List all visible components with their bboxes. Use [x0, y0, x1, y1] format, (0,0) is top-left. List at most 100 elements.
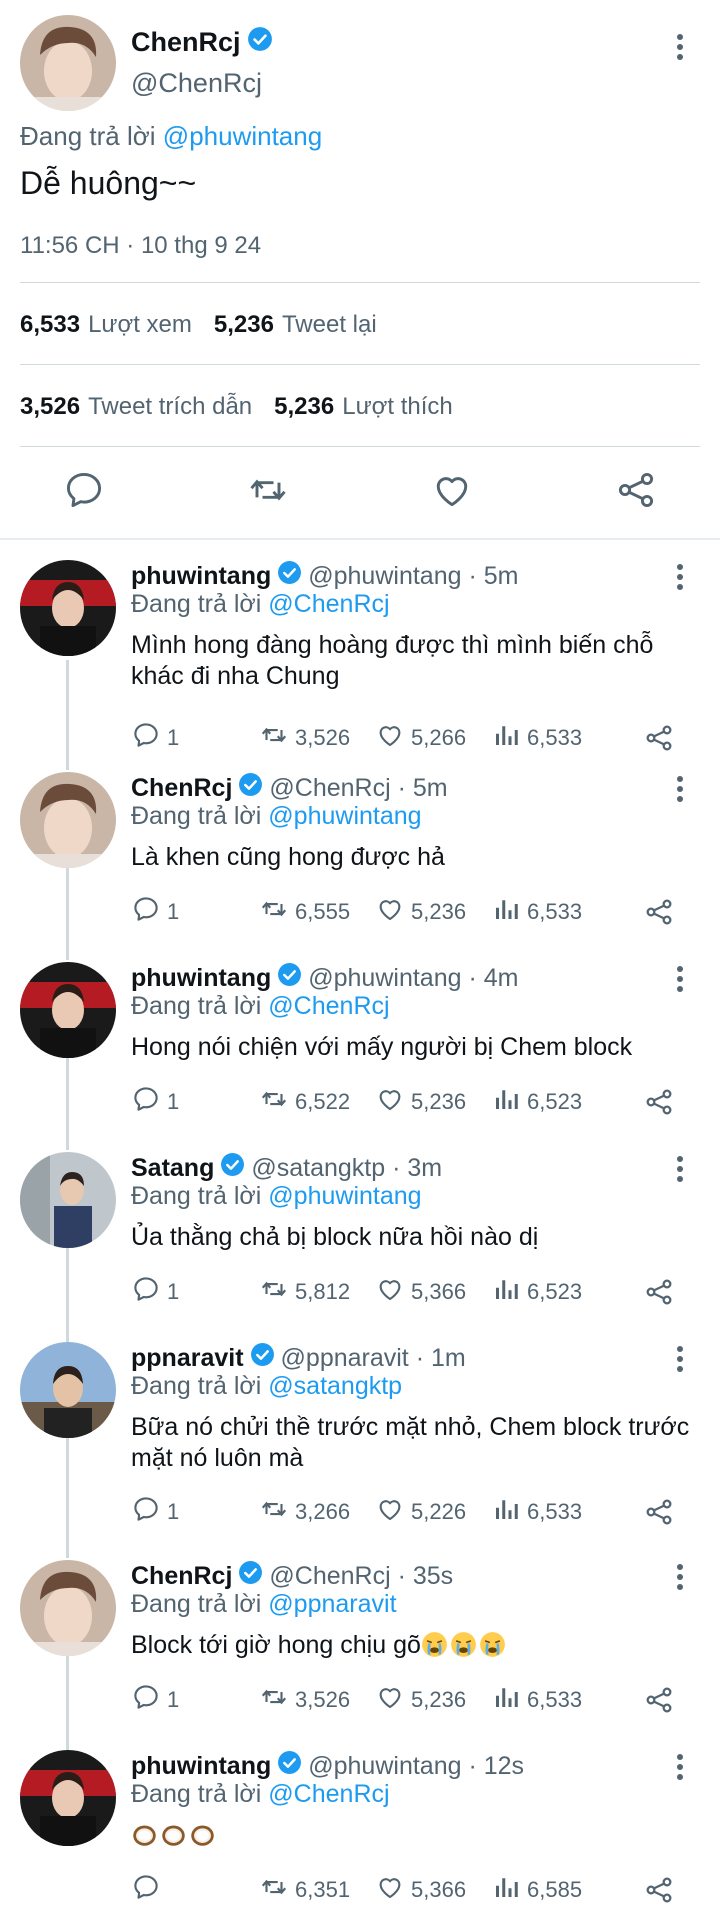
share-icon[interactable] [643, 722, 675, 760]
reply-author-name[interactable]: ChenRcj [131, 1562, 232, 1591]
views-button[interactable]: 6,533 [491, 720, 582, 756]
more-vertical-icon[interactable] [668, 562, 692, 597]
views-button[interactable]: 6,533 [491, 1494, 582, 1530]
replying-to-mention[interactable]: @phuwintang [268, 802, 421, 830]
replying-to-mention[interactable]: @ppnaravit [268, 1590, 396, 1618]
reply-author-name[interactable]: Satang [131, 1154, 214, 1183]
reply-avatar[interactable] [20, 1342, 116, 1438]
reply-avatar[interactable] [20, 962, 116, 1058]
reply-button[interactable]: 1 [131, 1274, 179, 1310]
retweet-button[interactable]: 5,812 [259, 1274, 350, 1310]
more-vertical-icon[interactable] [668, 32, 692, 67]
like-icon [375, 720, 405, 756]
views-label: Lượt xem [88, 311, 192, 338]
reply-tweet[interactable]: Satang @satangktp · 3m Đang trả lời @phuwi… [0, 1140, 720, 1320]
reply-button[interactable]: 1 [131, 1494, 179, 1530]
share-icon[interactable] [614, 468, 658, 512]
like-button[interactable]: 5,366 [375, 1274, 466, 1310]
reply-author-name[interactable]: ppnaravit [131, 1344, 244, 1373]
reply-tweet[interactable]: phuwintang @phuwintang · 12s Đang trả lời … [0, 1738, 720, 1920]
retweet-button[interactable]: 3,526 [259, 720, 350, 756]
reply-tweet[interactable]: ChenRcj @ChenRcj · 5m Đang trả lời @phuwin… [0, 760, 720, 940]
retweet-icon[interactable] [246, 468, 290, 512]
reply-avatar[interactable] [20, 772, 116, 868]
reply-author-name[interactable]: phuwintang [131, 964, 271, 993]
main-author-handle[interactable]: @ChenRcj [131, 68, 262, 99]
retweet-icon [259, 1084, 289, 1120]
like-button[interactable]: 5,236 [375, 894, 466, 930]
reply-author-handle[interactable]: @ChenRcj · 5m [269, 774, 447, 803]
more-vertical-icon[interactable] [668, 1752, 692, 1787]
reply-tweet[interactable]: phuwintang @phuwintang · 5m Đang trả lời @… [0, 548, 720, 751]
like-button[interactable]: 5,236 [375, 1084, 466, 1120]
retweet-button[interactable]: 3,526 [259, 1682, 350, 1718]
retweet-count: 6,351 [295, 1877, 351, 1902]
reply-tweet[interactable]: ChenRcj @ChenRcj · 35s Đang trả lời @ppnar… [0, 1548, 720, 1728]
reply-author-name[interactable]: phuwintang [131, 1752, 271, 1781]
retweet-button[interactable]: 6,555 [259, 894, 350, 930]
views-button[interactable]: 6,533 [491, 894, 582, 930]
reply-avatar[interactable] [20, 1152, 116, 1248]
more-vertical-icon[interactable] [668, 964, 692, 999]
reply-author-handle[interactable]: @ChenRcj · 35s [269, 1562, 453, 1591]
quotes-stat[interactable]: 3,526 Tweet trích dẫn [20, 393, 252, 421]
reply-button[interactable]: 1 [131, 1084, 179, 1120]
reply-button[interactable]: 1 [131, 894, 179, 930]
reply-avatar[interactable] [20, 1560, 116, 1656]
reply-icon[interactable] [62, 468, 106, 512]
reply-author-handle[interactable]: @phuwintang · 5m [308, 562, 518, 591]
like-button[interactable]: 5,266 [375, 720, 466, 756]
reply-action-bar: 1 3,526 5,236 6,533 [131, 1682, 691, 1718]
more-vertical-icon[interactable] [668, 1154, 692, 1189]
more-vertical-icon[interactable] [668, 1344, 692, 1379]
reply-button[interactable]: 1 [131, 720, 179, 756]
retweets-stat[interactable]: 5,236 Tweet lại [214, 311, 377, 339]
reply-author-name[interactable]: phuwintang [131, 562, 271, 591]
like-button[interactable]: 5,366 [375, 1872, 466, 1908]
views-button[interactable]: 6,523 [491, 1084, 582, 1120]
replying-to-mention[interactable]: @ChenRcj [268, 992, 389, 1020]
reply-avatar[interactable] [20, 1750, 116, 1846]
share-icon[interactable] [643, 1874, 675, 1912]
reply-author-name[interactable]: ChenRcj [131, 774, 232, 803]
views-button[interactable]: 6,533 [491, 1682, 582, 1718]
reply-author-handle[interactable]: @satangktp · 3m [251, 1154, 442, 1183]
reply-button[interactable] [131, 1872, 167, 1908]
retweet-button[interactable]: 6,351 [259, 1872, 350, 1908]
replying-to-mention[interactable]: @satangktp [268, 1372, 402, 1400]
more-vertical-icon[interactable] [668, 1562, 692, 1597]
share-icon[interactable] [643, 1276, 675, 1314]
reply-author-handle[interactable]: @phuwintang · 12s [308, 1752, 524, 1781]
reply-tweet[interactable]: ppnaravit @ppnaravit · 1m Đang trả lời @sa… [0, 1330, 720, 1540]
like-icon[interactable] [430, 468, 474, 512]
like-button[interactable]: 5,236 [375, 1682, 466, 1718]
main-timestamp[interactable]: 11:56 CH · 10 thg 9 24 [20, 232, 261, 260]
share-icon[interactable] [643, 896, 675, 934]
views-button[interactable]: 6,523 [491, 1274, 582, 1310]
section-divider [0, 538, 720, 540]
share-icon[interactable] [643, 1496, 675, 1534]
share-icon[interactable] [643, 1086, 675, 1124]
main-author-name-row[interactable]: ChenRcj [131, 26, 273, 59]
like-button[interactable]: 5,226 [375, 1494, 466, 1530]
replying-to-mention[interactable]: @phuwintang [163, 121, 322, 151]
share-icon[interactable] [643, 1684, 675, 1722]
replying-to-mention[interactable]: @phuwintang [268, 1182, 421, 1210]
divider [20, 364, 700, 365]
reply-tweet[interactable]: phuwintang @phuwintang · 4m Đang trả lời @… [0, 950, 720, 1130]
retweet-button[interactable]: 3,266 [259, 1494, 350, 1530]
retweet-button[interactable]: 6,522 [259, 1084, 350, 1120]
views-button[interactable]: 6,585 [491, 1872, 582, 1908]
more-vertical-icon[interactable] [668, 774, 692, 809]
reply-avatar[interactable] [20, 560, 116, 656]
main-replying-line: Đang trả lời @phuwintang [20, 121, 322, 152]
reply-button[interactable]: 1 [131, 1682, 179, 1718]
views-stat[interactable]: 6,533 Lượt xem [20, 311, 192, 339]
main-author-name[interactable]: ChenRcj [131, 27, 241, 58]
reply-author-handle[interactable]: @phuwintang · 4m [308, 964, 518, 993]
replying-to-mention[interactable]: @ChenRcj [268, 590, 389, 618]
replying-to-mention[interactable]: @ChenRcj [268, 1780, 389, 1808]
reply-author-handle[interactable]: @ppnaravit · 1m [281, 1344, 466, 1373]
main-avatar[interactable] [20, 15, 116, 111]
likes-stat[interactable]: 5,236 Lượt thích [274, 393, 453, 421]
